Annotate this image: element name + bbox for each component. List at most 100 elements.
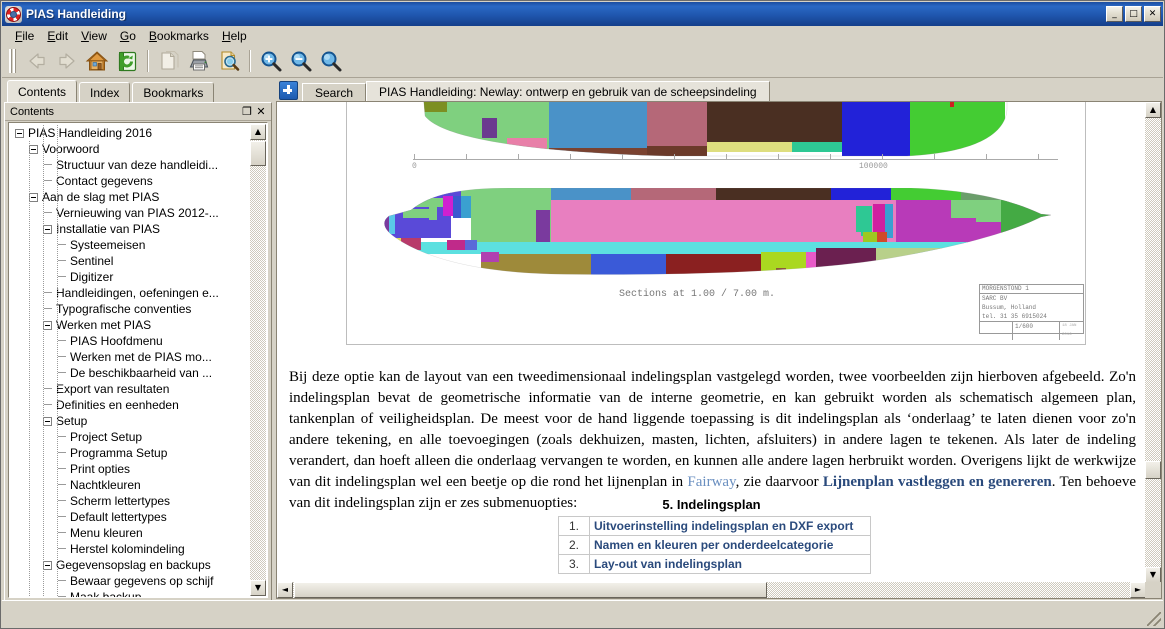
menu-item-go[interactable]: Go bbox=[114, 28, 143, 44]
tree-item-label: Voorwoord bbox=[42, 142, 100, 156]
tree-scroll-down-button[interactable]: ▼ bbox=[250, 580, 266, 596]
resize-grip[interactable] bbox=[1147, 612, 1161, 626]
document-tab[interactable]: Search bbox=[302, 83, 367, 102]
close-panel-icon[interactable]: ✕ bbox=[254, 105, 268, 118]
menu-item-help[interactable]: Help bbox=[216, 28, 254, 44]
tree-item[interactable]: Default lettertypes bbox=[9, 509, 251, 525]
maximize-button[interactable]: □ bbox=[1125, 6, 1142, 22]
tree-expander-icon[interactable] bbox=[43, 560, 52, 570]
tree-leaf-connector-icon bbox=[43, 173, 54, 189]
zoom-in-icon[interactable] bbox=[256, 48, 286, 75]
submenu-row-number: 2. bbox=[558, 535, 590, 555]
tree-scroll-thumb[interactable] bbox=[250, 141, 266, 166]
document-horizontal-scrollbar[interactable]: ◄ ► bbox=[277, 582, 1146, 598]
contents-tree[interactable]: PIAS Handleiding 2016 Voorwoord Structuur … bbox=[9, 125, 251, 597]
zoom-out-icon[interactable] bbox=[286, 48, 316, 75]
back-icon[interactable] bbox=[22, 48, 52, 75]
tree-item[interactable]: Sentinel bbox=[9, 253, 251, 269]
tree-item[interactable]: Handleidingen, oefeningen e... bbox=[9, 285, 251, 301]
tree-item[interactable]: Bewaar gegevens op schijf bbox=[9, 573, 251, 589]
tree-item[interactable]: Herstel kolomindeling bbox=[9, 541, 251, 557]
menu-item-edit[interactable]: Edit bbox=[41, 28, 75, 44]
tree-item[interactable]: Typografische conventies bbox=[9, 301, 251, 317]
tree-guide-line bbox=[43, 125, 44, 597]
sidebar-tab-index[interactable]: Index bbox=[79, 82, 131, 102]
forward-icon[interactable] bbox=[52, 48, 82, 75]
submenu-row[interactable]: 1. Uitvoerinstelling indelingsplan en DXF… bbox=[558, 516, 871, 536]
submenu-row[interactable]: 3. Lay-out van indelingsplan bbox=[558, 554, 871, 574]
doc-scroll-track[interactable] bbox=[1145, 118, 1161, 567]
window-title: PIAS Handleiding bbox=[26, 7, 127, 21]
document-tab[interactable]: PIAS Handleiding: Newlay: ontwerp en geb… bbox=[366, 81, 770, 102]
axis-tick bbox=[726, 154, 727, 160]
tree-item[interactable]: Menu kleuren bbox=[9, 525, 251, 541]
article-link[interactable]: Lijnenplan vastleggen en genereren bbox=[823, 474, 1052, 490]
document-vertical-scrollbar[interactable]: ▲ ▼ bbox=[1145, 102, 1161, 583]
titleblock-date: 18 JAN 2016 bbox=[1062, 324, 1077, 337]
menu-item-view[interactable]: View bbox=[75, 28, 114, 44]
tree-item[interactable]: Werken met PIAS bbox=[9, 317, 251, 333]
close-button[interactable]: ✕ bbox=[1144, 6, 1161, 22]
doc-scroll-right-button[interactable]: ► bbox=[1130, 582, 1146, 598]
tree-item-label: Typografische conventies bbox=[56, 302, 192, 316]
tree-item[interactable]: Structuur van deze handleidi... bbox=[9, 157, 251, 173]
tree-expander-icon[interactable] bbox=[43, 416, 52, 426]
doc-scroll-left-button[interactable]: ◄ bbox=[277, 582, 293, 598]
tree-item[interactable]: Maak backup bbox=[9, 589, 251, 597]
tree-item[interactable]: Setup bbox=[9, 413, 251, 429]
tree-item[interactable]: Project Setup bbox=[9, 429, 251, 445]
tree-item[interactable]: Vernieuwing van PIAS 2012-... bbox=[9, 205, 251, 221]
tree-item[interactable]: PIAS Hoofdmenu bbox=[9, 333, 251, 349]
print-preview-icon[interactable] bbox=[214, 48, 244, 75]
tree-item[interactable]: Programma Setup bbox=[9, 445, 251, 461]
tree-scroll-track[interactable] bbox=[250, 140, 266, 580]
tree-item-label: Vernieuwing van PIAS 2012-... bbox=[56, 206, 219, 220]
tree-expander-icon[interactable] bbox=[29, 144, 38, 154]
tree-item[interactable]: Contact gegevens bbox=[9, 173, 251, 189]
home-icon[interactable] bbox=[82, 48, 112, 75]
sidebar-tab-contents[interactable]: Contents bbox=[7, 80, 78, 102]
tree-item[interactable]: De beschikbaarheid van ... bbox=[9, 365, 251, 381]
zoom-reset-icon[interactable] bbox=[316, 48, 346, 75]
tree-item[interactable]: Installatie van PIAS bbox=[9, 221, 251, 237]
submenu-row-link[interactable]: Lay-out van indelingsplan bbox=[589, 554, 871, 574]
tree-item[interactable]: Print opties bbox=[9, 461, 251, 477]
print-icon[interactable] bbox=[184, 48, 214, 75]
tree-item[interactable]: PIAS Handleiding 2016 bbox=[9, 125, 251, 141]
tree-item[interactable]: Export van resultaten bbox=[9, 381, 251, 397]
sidebar-tab-bookmarks[interactable]: Bookmarks bbox=[132, 82, 215, 102]
doc-scroll-thumb[interactable] bbox=[1145, 461, 1161, 479]
tree-item[interactable]: Nachtkleuren bbox=[9, 477, 251, 493]
tree-leaf-connector-icon bbox=[57, 525, 68, 541]
copy-page-icon[interactable] bbox=[154, 48, 184, 75]
tree-expander-icon[interactable] bbox=[43, 320, 52, 330]
tree-scroll-up-button[interactable]: ▲ bbox=[250, 124, 266, 140]
doc-scroll-up-button[interactable]: ▲ bbox=[1145, 102, 1161, 118]
tree-expander-icon[interactable] bbox=[43, 224, 52, 234]
menu-item-file[interactable]: File bbox=[9, 28, 41, 44]
tree-expander-icon[interactable] bbox=[29, 192, 38, 202]
tree-item[interactable]: Definities en eenheden bbox=[9, 397, 251, 413]
tree-item[interactable]: Werken met de PIAS mo... bbox=[9, 349, 251, 365]
tree-item[interactable]: Aan de slag met PIAS bbox=[9, 189, 251, 205]
menu-item-bookmarks[interactable]: Bookmarks bbox=[143, 28, 216, 44]
float-panel-icon[interactable]: ❐ bbox=[240, 105, 254, 118]
tree-expander-icon[interactable] bbox=[15, 128, 24, 138]
doc-hscroll-thumb[interactable] bbox=[294, 582, 767, 598]
tree-vertical-scrollbar[interactable]: ▲ ▼ bbox=[250, 124, 266, 596]
tree-item[interactable]: Digitizer bbox=[9, 269, 251, 285]
plus-icon[interactable] bbox=[279, 81, 298, 100]
submenu-row-link[interactable]: Namen en kleuren per onderdeelcategorie bbox=[589, 535, 871, 555]
tree-item[interactable]: Scherm lettertypes bbox=[9, 493, 251, 509]
tree-item[interactable]: Systeemeisen bbox=[9, 237, 251, 253]
toolbar-grip[interactable] bbox=[9, 49, 16, 73]
tree-item[interactable]: Voorwoord bbox=[9, 141, 251, 157]
submenu-row-link[interactable]: Uitvoerinstelling indelingsplan en DXF e… bbox=[589, 516, 871, 536]
reload-icon[interactable] bbox=[112, 48, 142, 75]
minimize-button[interactable]: _ bbox=[1106, 6, 1123, 22]
tree-item[interactable]: Gegevensopslag en backups bbox=[9, 557, 251, 573]
doc-scroll-down-button[interactable]: ▼ bbox=[1145, 567, 1161, 583]
article-link[interactable]: Fairway bbox=[687, 474, 735, 490]
submenu-row[interactable]: 2. Namen en kleuren per onderdeelcategori… bbox=[558, 535, 871, 555]
menu-bar: File Edit View Go Bookmarks Help bbox=[2, 26, 1163, 45]
